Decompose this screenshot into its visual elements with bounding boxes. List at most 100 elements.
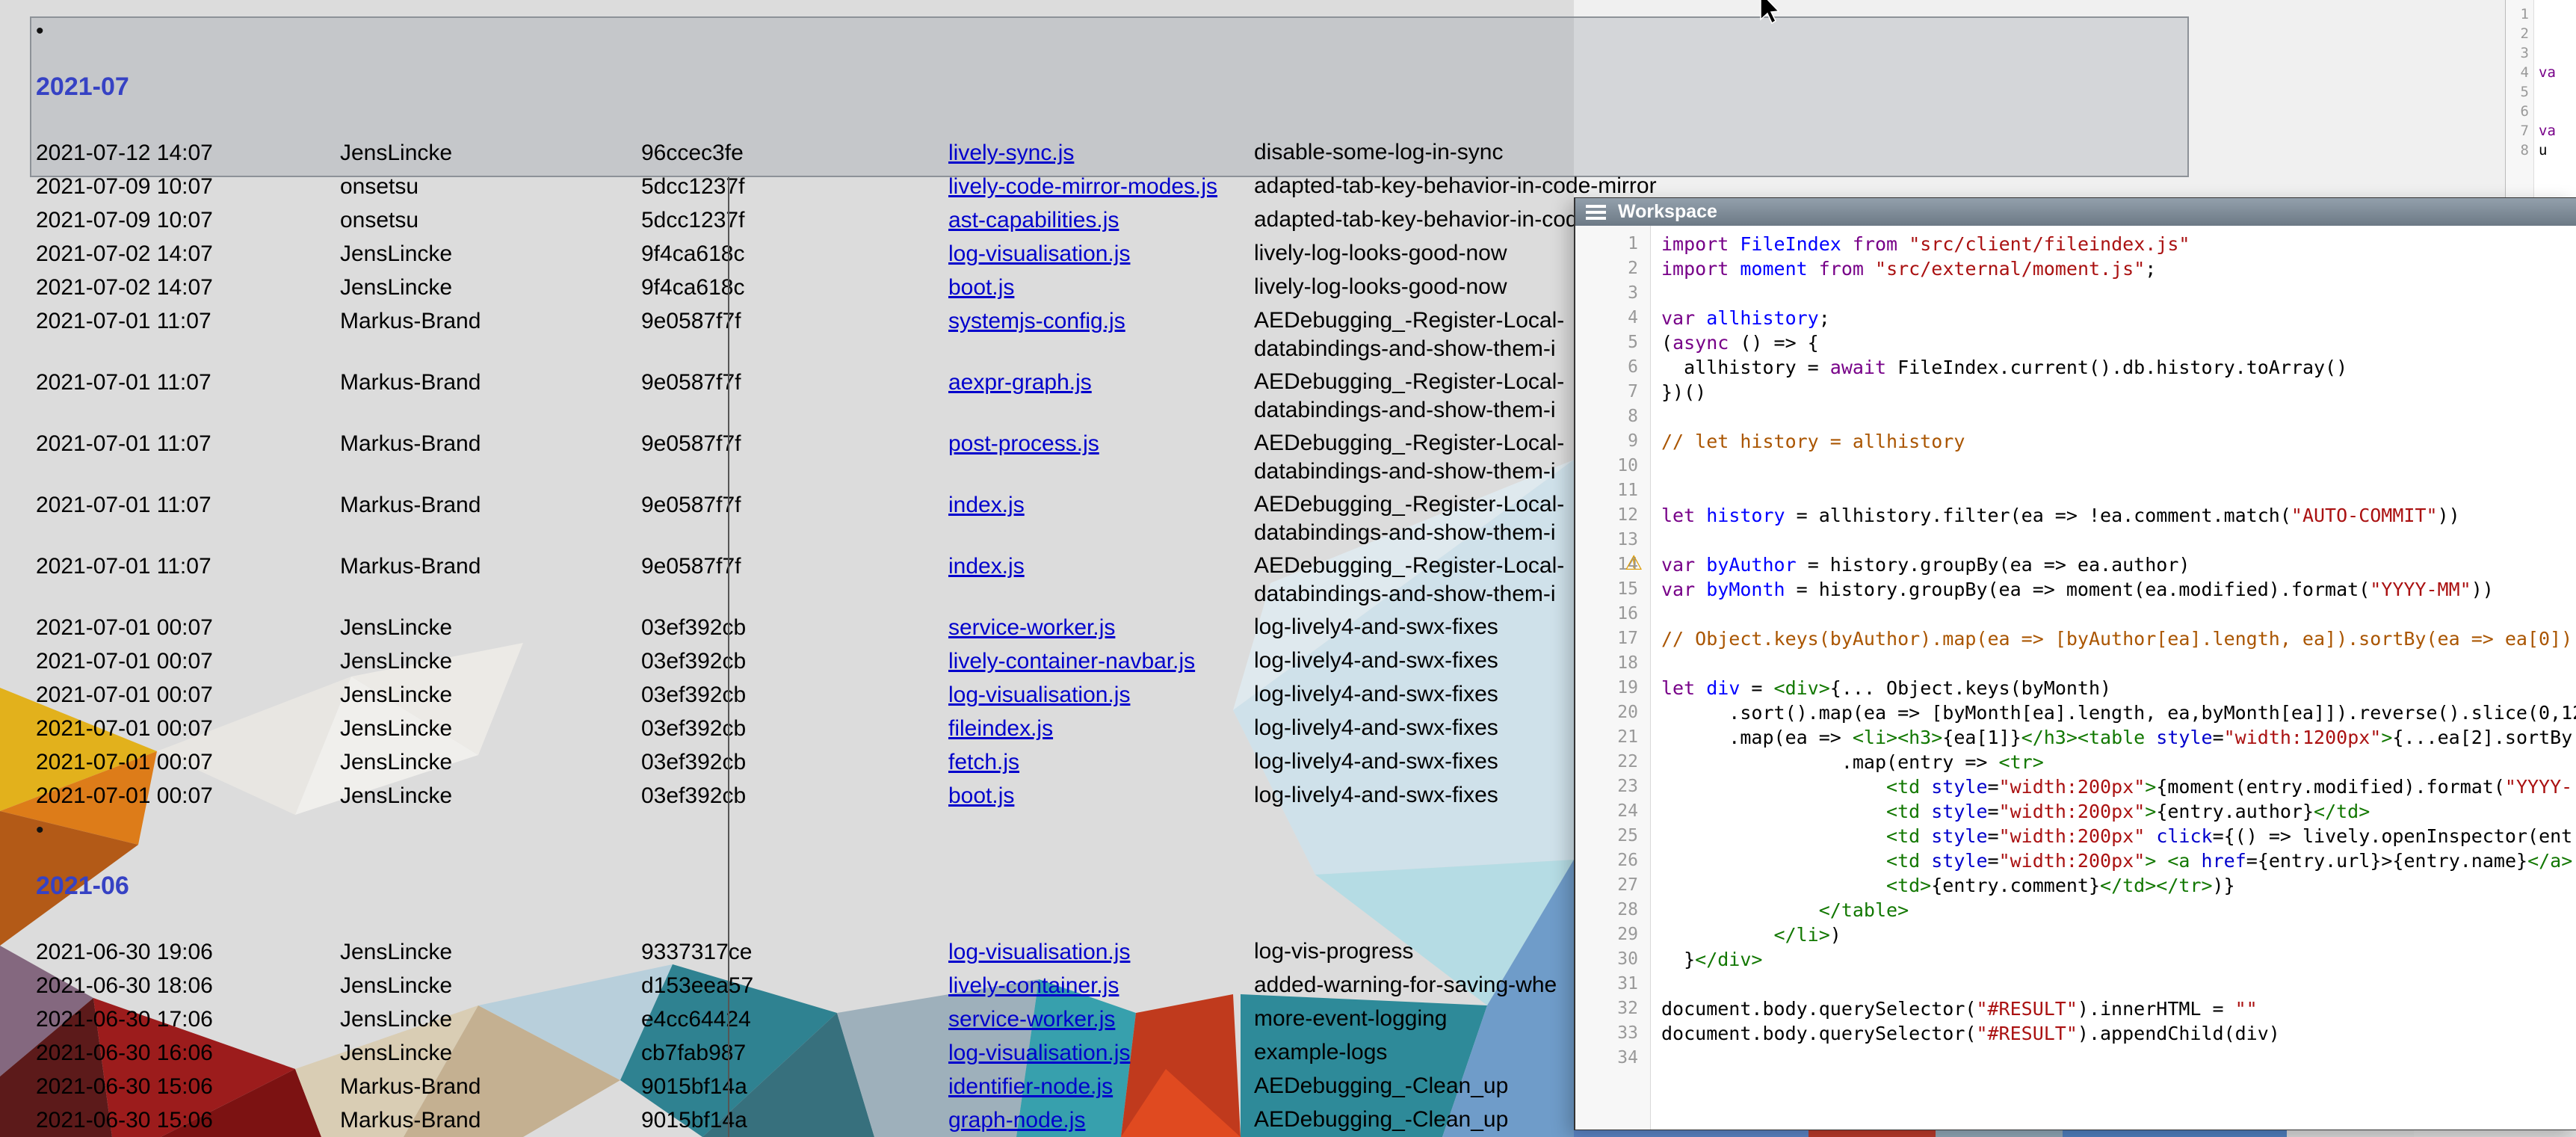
commit-row: 2021-07-02 14:07JensLincke9f4ca618cboot.…: [36, 271, 1695, 304]
file-link[interactable]: log-visualisation.js: [948, 1041, 1130, 1065]
commit-hash[interactable]: 03ef392cb: [641, 712, 948, 745]
file-link[interactable]: lively-code-mirror-modes.js: [948, 174, 1217, 199]
commit-row: 2021-07-01 00:07JensLincke03ef392cbfetch…: [36, 745, 1695, 779]
code-line: <td style="width:200px">{moment(entry.mo…: [1661, 774, 2576, 799]
code-line: [1661, 651, 2576, 676]
file-link[interactable]: boot.js: [948, 275, 1014, 300]
commit-hash[interactable]: 9e0587f7f: [641, 549, 948, 611]
commit-row: 2021-07-01 00:07JensLincke03ef392cblivel…: [36, 644, 1695, 678]
file-link[interactable]: service-worker.js: [948, 1007, 1115, 1032]
commit-hash[interactable]: 9e0587f7f: [641, 304, 948, 366]
commit-hash[interactable]: 9f4ca618c: [641, 237, 948, 271]
code-line: </li>): [1661, 922, 2576, 947]
commit-row: 2021-07-09 10:07onsetsu5dcc1237flively-c…: [36, 170, 1695, 203]
vertical-divider: [728, 177, 729, 1137]
file-link[interactable]: fileindex.js: [948, 716, 1053, 741]
commit-hash[interactable]: 5dcc1237f: [641, 170, 948, 203]
commit-author: onsetsu: [340, 170, 641, 203]
code-line: document.body.querySelector("#RESULT").a…: [1661, 1021, 2576, 1046]
code-line: var byMonth = history.groupBy(ea => mome…: [1661, 577, 2576, 602]
commit-row: 2021-07-01 11:07Markus-Brand9e0587f7fsys…: [36, 304, 1695, 366]
workspace-titlebar[interactable]: Workspace: [1575, 198, 2576, 226]
code-line: .map(entry => <tr>: [1661, 750, 2576, 774]
file-link[interactable]: boot.js: [948, 783, 1014, 808]
commit-file: log-visualisation.js: [948, 935, 1254, 969]
code-area[interactable]: import FileIndex from "src/client/filein…: [1651, 226, 2576, 1130]
commit-date: 2021-06-30 19:06: [36, 935, 340, 969]
file-link[interactable]: lively-container-navbar.js: [948, 649, 1195, 674]
menu-icon[interactable]: [1586, 205, 1606, 220]
commit-hash[interactable]: 9e0587f7f: [641, 366, 948, 427]
side-editor-code[interactable]: vavau: [2534, 0, 2576, 197]
code-line: var byAuthor = history.groupBy(ea => ea.…: [1661, 552, 2576, 577]
commit-hash[interactable]: 03ef392cb: [641, 611, 948, 644]
commit-hash[interactable]: d153eea57: [641, 969, 948, 1002]
commit-hash[interactable]: e4cc64424: [641, 1002, 948, 1036]
file-link[interactable]: log-visualisation.js: [948, 241, 1130, 266]
month-header: 2021-07: [36, 72, 2188, 102]
file-link[interactable]: index.js: [948, 493, 1025, 517]
commit-hash[interactable]: 9337317ce: [641, 935, 948, 969]
file-link[interactable]: lively-sync.js: [948, 141, 1074, 165]
commit-file: graph-node.js: [948, 1103, 1254, 1137]
workspace-window: Workspace 123456789101112131415161718192…: [1574, 197, 2576, 1130]
file-link[interactable]: systemjs-config.js: [948, 309, 1125, 333]
commit-author: JensLincke: [340, 271, 641, 304]
side-editor[interactable]: 12345678 vavau: [2505, 0, 2576, 197]
side-code-line: va: [2539, 63, 2576, 82]
file-link[interactable]: log-visualisation.js: [948, 940, 1130, 964]
commit-hash[interactable]: 9f4ca618c: [641, 271, 948, 304]
file-link[interactable]: graph-node.js: [948, 1108, 1085, 1133]
file-link[interactable]: lively-container.js: [948, 973, 1119, 998]
code-line: (async () => {: [1661, 330, 2576, 355]
file-link[interactable]: service-worker.js: [948, 615, 1115, 640]
commit-author: JensLincke: [340, 1002, 641, 1036]
code-line: }</div>: [1661, 947, 2576, 972]
commit-file: lively-container-navbar.js: [948, 644, 1254, 678]
code-line: [1661, 602, 2576, 626]
commit-hash[interactable]: 9e0587f7f: [641, 427, 948, 488]
commit-hash[interactable]: cb7fab987: [641, 1036, 948, 1070]
side-code-line: u: [2539, 141, 2576, 160]
code-line: [1661, 528, 2576, 552]
commit-hash[interactable]: 03ef392cb: [641, 745, 948, 779]
commit-hash[interactable]: 9e0587f7f: [641, 488, 948, 549]
file-link[interactable]: post-process.js: [948, 431, 1099, 456]
file-link[interactable]: index.js: [948, 554, 1025, 579]
file-link[interactable]: identifier-node.js: [948, 1074, 1113, 1099]
commit-hash[interactable]: 9015bf14a: [641, 1070, 948, 1103]
commit-hash[interactable]: 03ef392cb: [641, 779, 948, 813]
commit-row: 2021-06-30 19:06JensLincke9337317celog-v…: [36, 935, 1695, 969]
side-code-line: [2539, 43, 2576, 63]
commit-row: 2021-07-09 10:07onsetsu5dcc1237fast-capa…: [36, 203, 1695, 237]
file-link[interactable]: log-visualisation.js: [948, 682, 1130, 707]
commit-row: 2021-07-02 14:07JensLincke9f4ca618clog-v…: [36, 237, 1695, 271]
commit-file: aexpr-graph.js: [948, 366, 1254, 427]
commit-date: 2021-07-01 00:07: [36, 611, 340, 644]
code-line: let div = <div>{... Object.keys(byMonth): [1661, 676, 2576, 700]
warning-icon[interactable]: ⚠: [1625, 551, 1643, 576]
file-link[interactable]: ast-capabilities.js: [948, 208, 1119, 232]
commit-date: 2021-07-01 11:07: [36, 366, 340, 427]
commit-author: JensLincke: [340, 745, 641, 779]
code-line: <td style="width:200px"> <a href={entry.…: [1661, 848, 2576, 873]
code-editor[interactable]: 1234567891011121314151617181920212223242…: [1575, 226, 2576, 1130]
commit-date: 2021-07-12 14:07: [36, 136, 340, 170]
commit-hash[interactable]: 9015bf14a: [641, 1103, 948, 1137]
file-link[interactable]: fetch.js: [948, 750, 1019, 774]
commit-hash[interactable]: 5dcc1237f: [641, 203, 948, 237]
code-line: [1661, 478, 2576, 503]
commit-table: 2021-07-12 14:07JensLincke96ccec3felivel…: [36, 136, 1695, 813]
commit-file: index.js: [948, 488, 1254, 549]
file-link[interactable]: aexpr-graph.js: [948, 370, 1092, 395]
code-line: import FileIndex from "src/client/filein…: [1661, 232, 2576, 256]
list-bullet-icon: •: [36, 16, 2188, 46]
code-line: // Object.keys(byAuthor).map(ea => [byAu…: [1661, 626, 2576, 651]
side-code-line: [2539, 4, 2576, 24]
commit-hash[interactable]: 03ef392cb: [641, 678, 948, 712]
side-code-line: [2539, 82, 2576, 102]
commit-hash[interactable]: 03ef392cb: [641, 644, 948, 678]
commit-hash[interactable]: 96ccec3fe: [641, 136, 948, 170]
commit-date: 2021-07-01 00:07: [36, 644, 340, 678]
commit-author: JensLincke: [340, 935, 641, 969]
